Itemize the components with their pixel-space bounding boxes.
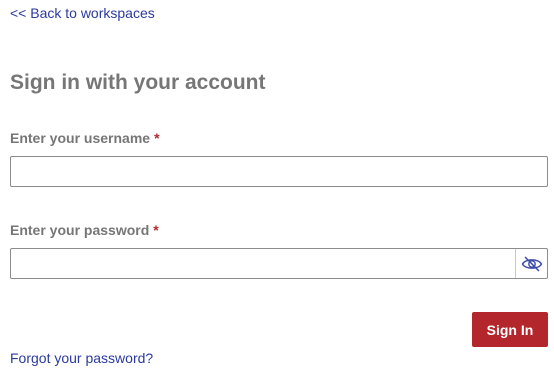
- username-label-text: Enter your username: [10, 130, 151, 146]
- password-input[interactable]: [11, 249, 516, 278]
- password-label-text: Enter your password: [10, 222, 150, 238]
- page-title: Sign in with your account: [10, 71, 266, 94]
- password-label: Enter your password *: [10, 221, 159, 239]
- required-marker: *: [154, 130, 160, 146]
- password-field: [10, 248, 548, 279]
- sign-in-button[interactable]: Sign In: [472, 312, 548, 347]
- username-input[interactable]: [10, 156, 548, 187]
- sign-in-page: << Back to workspaces Sign in with your …: [0, 0, 554, 375]
- username-label: Enter your username *: [10, 129, 160, 147]
- forgot-password-link[interactable]: Forgot your password?: [10, 349, 153, 367]
- required-marker: *: [153, 222, 159, 238]
- back-to-workspaces-link[interactable]: << Back to workspaces: [10, 4, 155, 22]
- eye-slash-icon[interactable]: [515, 249, 547, 278]
